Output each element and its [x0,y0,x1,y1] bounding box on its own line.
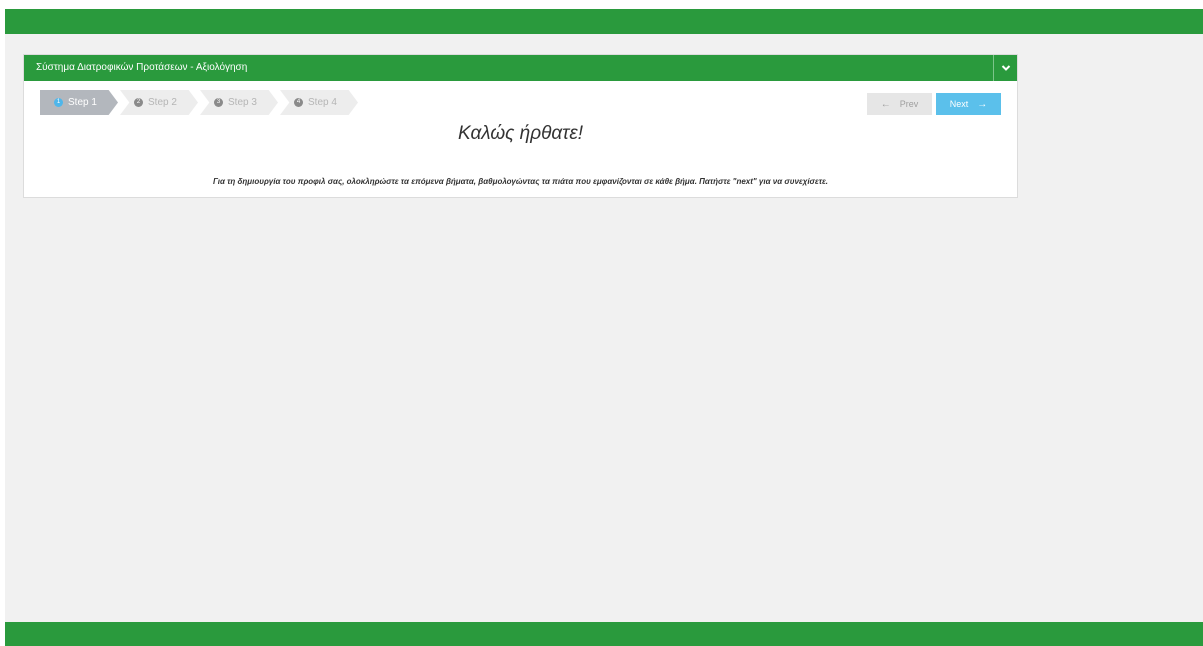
next-button[interactable]: Next → [936,93,1001,115]
step-number-badge: 2 [134,98,143,107]
arrow-left-icon: ← [880,98,891,110]
chevron-down-icon [1001,65,1010,71]
step-3[interactable]: 3 Step 3 [200,90,278,115]
step-1[interactable]: 1 Step 1 [40,90,118,115]
evaluation-panel: Σύστημα Διατροφικών Προτάσεων - Αξιολόγη… [23,54,1018,198]
top-bar [5,9,1203,34]
step-label: Step 3 [228,97,257,108]
panel-title: Σύστημα Διατροφικών Προτάσεων - Αξιολόγη… [36,62,248,73]
app-page: Σύστημα Διατροφικών Προτάσεων - Αξιολόγη… [5,9,1203,646]
prev-button[interactable]: ← Prev [867,93,932,115]
arrow-right-icon: → [977,98,988,110]
step-label: Step 4 [308,97,337,108]
collapse-button[interactable] [993,55,1017,81]
panel-header: Σύστημα Διατροφικών Προτάσεων - Αξιολόγη… [24,55,1017,81]
next-label: Next [949,99,969,109]
welcome-heading: Καλώς ήρθατε! [458,123,583,144]
step-number-badge: 4 [294,98,303,107]
step-label: Step 2 [148,97,177,108]
prev-label: Prev [899,99,919,109]
step-2[interactable]: 2 Step 2 [120,90,198,115]
wizard-steps: 1 Step 1 2 Step 2 3 Step 3 4 Step 4 [40,90,360,115]
step-label: Step 1 [68,97,97,108]
bottom-bar [5,622,1203,646]
step-4[interactable]: 4 Step 4 [280,90,358,115]
step-number-badge: 1 [54,98,63,107]
instructions-text: Για τη δημιουργία του προφιλ σας, ολοκλη… [212,177,829,186]
step-number-badge: 3 [214,98,223,107]
